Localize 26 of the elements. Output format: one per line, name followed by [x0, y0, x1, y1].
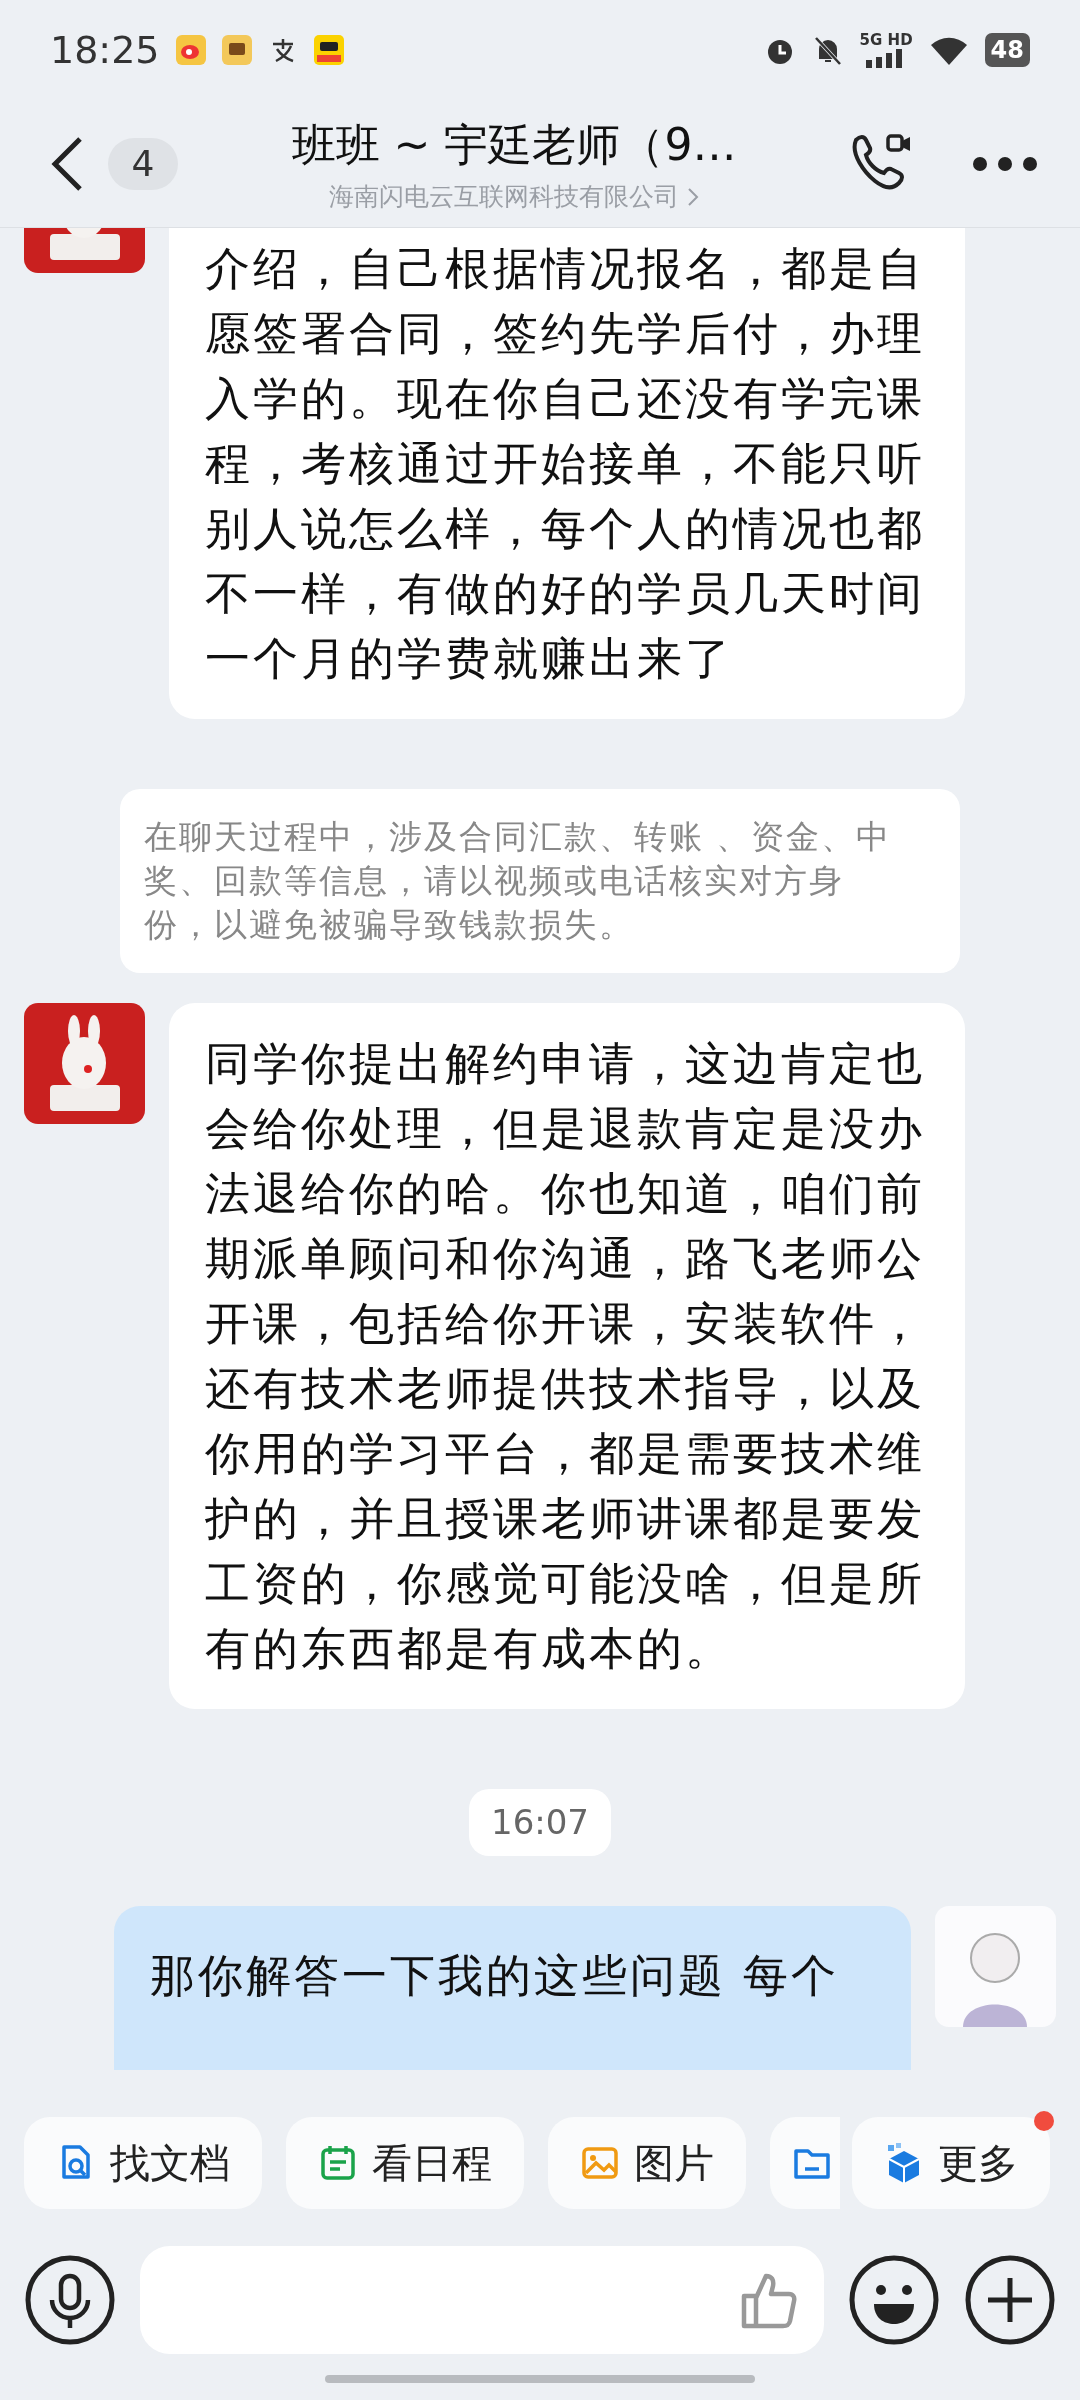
message-bubble: 那你解答一下我的这些问题 每个	[114, 1906, 911, 2070]
microphone-icon[interactable]	[24, 2254, 116, 2346]
chevron-icon	[687, 186, 699, 207]
app-icon	[175, 35, 206, 65]
app-icon	[313, 35, 344, 65]
timestamp: 16:07	[469, 1789, 611, 1856]
folder-chip[interactable]	[770, 2116, 840, 2209]
battery-level: 48	[984, 33, 1030, 67]
wifi-icon	[928, 35, 969, 65]
emoji-icon[interactable]	[848, 2254, 940, 2346]
message-input[interactable]	[140, 2246, 824, 2354]
message-bubble: 介绍，自己根据情况报名，都是自愿签署合同，签约先学后付，办理入学的。现在你自己还没有学完课程，考核通过开始接单，不能只听别人说怎么样，每个人的情况也都不一样，有做的好的学员几天时间一个月的学费就赚出来了	[169, 228, 965, 719]
back-icon[interactable]	[50, 135, 84, 192]
unread-count: 4	[108, 137, 178, 190]
safety-notice: 在聊天过程中，涉及合同汇款、转账 、资金、中奖、回款等信息，请以视频或电话核实对方身份，以避免被骗导致钱款损失。	[120, 789, 960, 973]
quick-action-chip[interactable]: 更多	[852, 2116, 1050, 2209]
quick-action-chip[interactable]: 图片	[548, 2116, 746, 2209]
quick-action-chip[interactable]: 看日程	[286, 2116, 524, 2209]
status-time: 18:25	[50, 26, 160, 74]
avatar[interactable]	[24, 1003, 145, 1124]
chat-title: 班班 ~ 宇廷老师（9…	[291, 117, 737, 172]
app-icon	[221, 35, 252, 65]
message-bubble: 同学你提出解约申请，这边肯定也会给你处理，但是退款肯定是没办法退给你的哈。你也知道，咱们前期派单顾问和你沟通，路飞老师公开课，包括给你开课，安装软件，还有技术老师提供技术指导，以及你用的学习平台，都是需要技术维护的，并且授课老师讲课都是要发工资的，你感觉可能没啥，但是所有的东西都是有成本的。	[169, 1003, 965, 1709]
network-label: 5G HD	[859, 32, 913, 48]
add-icon[interactable]	[964, 2254, 1056, 2346]
quick-action-chip[interactable]: 找文档	[24, 2116, 262, 2209]
